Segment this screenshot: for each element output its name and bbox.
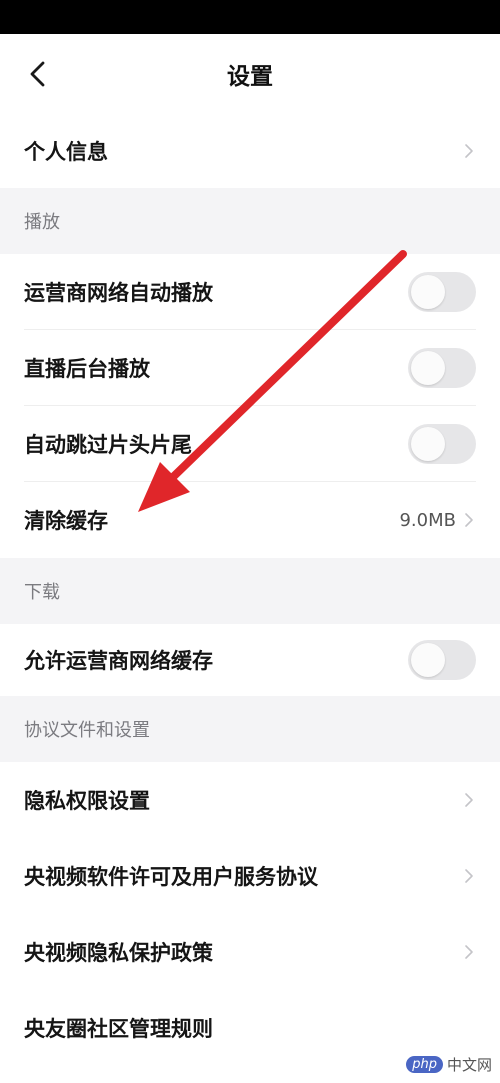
back-button[interactable]	[20, 56, 56, 92]
section-header-agreements: 协议文件和设置	[0, 696, 500, 762]
skip-intro-outro-row: 自动跳过片头片尾	[0, 406, 500, 482]
row-label: 央友圈社区管理规则	[24, 1017, 213, 1041]
carrier-cache-toggle[interactable]	[408, 640, 476, 680]
toggle-knob	[411, 427, 445, 461]
section-header-playback: 播放	[0, 188, 500, 254]
section-header-download: 下载	[0, 558, 500, 624]
chevron-left-icon	[30, 61, 45, 87]
toggle-knob	[411, 275, 445, 309]
watermark-badge: php	[406, 1056, 443, 1073]
clear-cache-row[interactable]: 清除缓存 9.0MB	[0, 482, 500, 558]
chevron-right-icon	[462, 790, 476, 810]
chevron-right-icon	[462, 866, 476, 886]
row-label: 自动跳过片头片尾	[24, 433, 192, 457]
privacy-policy-row[interactable]: 央视频隐私保护政策	[0, 914, 500, 990]
personal-info-row[interactable]: 个人信息	[0, 114, 500, 188]
page-title: 设置	[227, 64, 273, 90]
watermark-text: 中文网	[446, 1056, 492, 1074]
row-label: 直播后台播放	[24, 357, 150, 381]
nav-bar: 设置	[0, 34, 500, 114]
row-label: 央视频隐私保护政策	[24, 941, 213, 965]
carrier-cache-row: 允许运营商网络缓存	[0, 624, 500, 696]
row-label: 允许运营商网络缓存	[24, 649, 213, 673]
carrier-autoplay-toggle[interactable]	[408, 272, 476, 312]
row-label: 运营商网络自动播放	[24, 281, 213, 305]
status-bar	[0, 0, 500, 34]
privacy-permission-row[interactable]: 隐私权限设置	[0, 762, 500, 838]
software-license-row[interactable]: 央视频软件许可及用户服务协议	[0, 838, 500, 914]
cache-size-value: 9.0MB	[399, 509, 456, 531]
row-label: 隐私权限设置	[24, 789, 150, 813]
chevron-right-icon	[462, 510, 476, 530]
row-label: 央视频软件许可及用户服务协议	[24, 865, 318, 889]
live-background-play-row: 直播后台播放	[0, 330, 500, 406]
carrier-autoplay-row: 运营商网络自动播放	[0, 254, 500, 330]
row-label: 清除缓存	[24, 509, 108, 533]
chevron-right-icon	[462, 141, 476, 161]
row-label: 个人信息	[24, 140, 108, 164]
skip-intro-outro-toggle[interactable]	[408, 424, 476, 464]
chevron-right-icon	[462, 942, 476, 962]
toggle-knob	[411, 643, 445, 677]
watermark: php 中文网	[406, 1054, 492, 1075]
live-background-play-toggle[interactable]	[408, 348, 476, 388]
toggle-knob	[411, 351, 445, 385]
